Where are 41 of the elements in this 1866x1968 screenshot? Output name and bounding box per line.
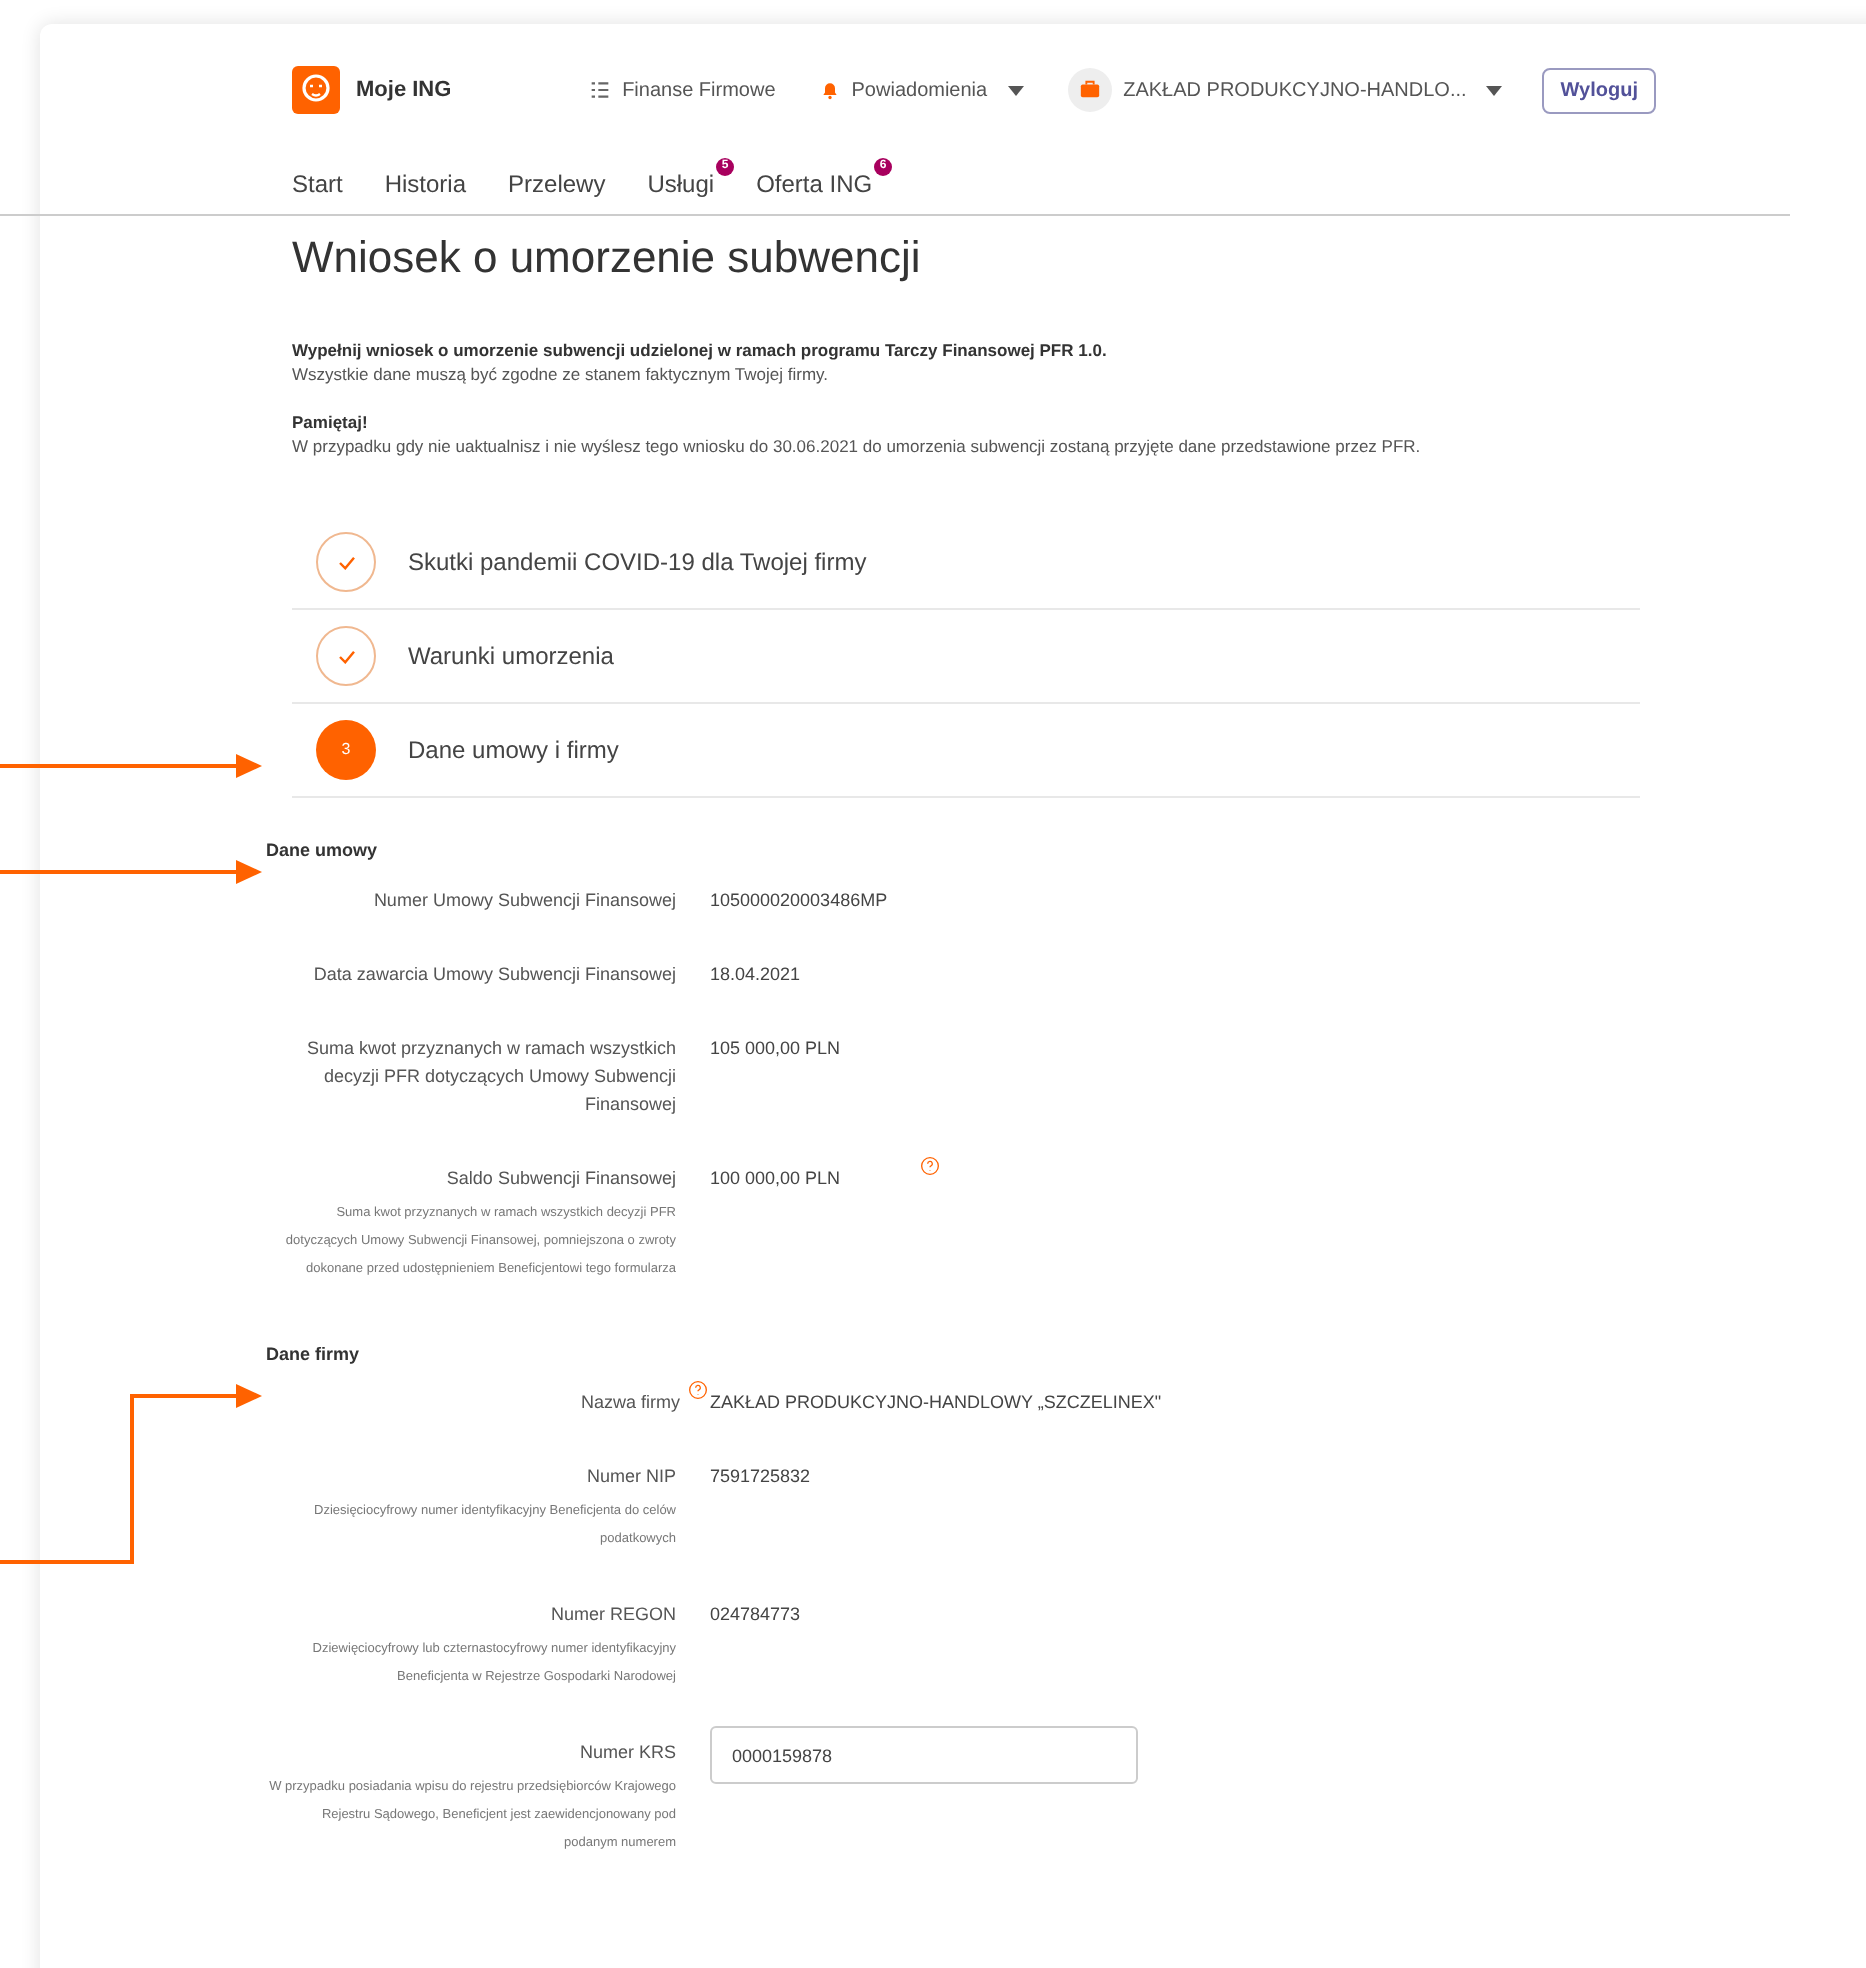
step-label: Skutki pandemii COVID-19 dla Twojej firmy (408, 546, 867, 580)
bell-icon (819, 80, 840, 100)
field-label: Numer NIP (586, 1464, 676, 1490)
step-label: Dane umowy i firmy (408, 734, 619, 768)
logout-button[interactable]: Wyloguj (1542, 67, 1656, 113)
nav-link[interactable]: Powiadomienia (819, 75, 1024, 105)
field-label: Numer Umowy Subwencji Finansowej (373, 887, 676, 913)
field-value: 7591725832 (710, 1464, 811, 1490)
input-field[interactable]: 0000159878 (710, 1726, 1138, 1784)
field-label: Saldo Subwencji Finansowej (446, 1165, 676, 1191)
field-label: Nazwa firmy (580, 1390, 680, 1416)
checkmark-icon (337, 649, 355, 663)
field-value: 105000020003486MP (710, 887, 888, 913)
field-value: 105 000,00 PLN (710, 1035, 841, 1061)
field-value: ZAKŁAD PRODUKCYJNO-HANDLOWY „SZCZELINEX" (710, 1390, 1162, 1416)
intro-text: Wszystkie dane muszą być zgodne ze stanem faktycznym Twojej firmy. (292, 362, 831, 386)
field-label: Numer REGON (550, 1602, 676, 1628)
caret-icon (1486, 85, 1503, 95)
checkmark-icon (337, 555, 355, 569)
intro-lead: Wypełnij wniosek o umorzenie subwencji udzielonej w ramach programu Tarczy Finansowej PFR 1.0. (292, 338, 1109, 362)
note-text: W przypadku gdy nie uaktualnisz i nie wyślesz tego wniosku do 30.06.2021 do umorzenia subwencji zostaną przyjęte dane przedstawione przez PFR. (292, 434, 1423, 458)
section-heading: Dane firmy (266, 1341, 362, 1368)
nav-link[interactable]: ZAKŁAD PRODUKCYJNO-HANDLO... (1067, 68, 1503, 112)
nav-tab[interactable]: Start (292, 158, 363, 202)
field-label: Numer KRS (579, 1740, 676, 1766)
field-value: 024784773 (710, 1602, 801, 1628)
brand-name: Moje ING (356, 75, 452, 106)
section-heading: Dane umowy (266, 838, 380, 864)
briefcase-icon (1067, 68, 1112, 112)
nav-tab[interactable]: Przelewy (508, 158, 626, 202)
page-title: Wniosek o umorzenie subwencji (292, 230, 923, 286)
field-label: Suma kwot przyznanych w ramach wszystkich decyzji PFR dotyczących Umowy Subwencji Finansowej (304, 1035, 676, 1117)
list-icon (590, 80, 611, 100)
nav-tab[interactable]: Historia (384, 158, 487, 202)
field-value: 100 000,00 PLN (710, 1165, 841, 1191)
caret-icon (1007, 85, 1024, 95)
field-value: 18.04.2021 (710, 961, 801, 987)
nav-link[interactable]: Finanse Firmowe (590, 75, 776, 105)
note-title: Pamiętaj! (292, 410, 370, 434)
step-label: Warunki umorzenia (408, 640, 614, 674)
field-label: Data zawarcia Umowy Subwencji Finansowej (313, 961, 676, 987)
